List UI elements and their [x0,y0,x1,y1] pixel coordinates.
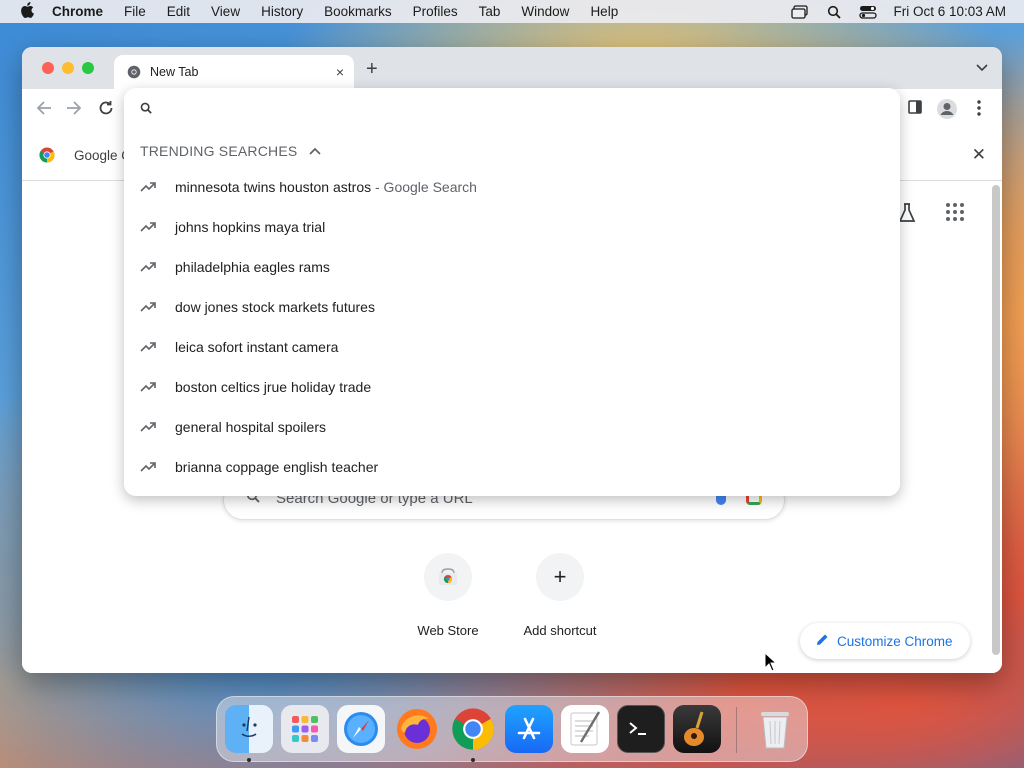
dock [216,696,808,762]
menubar-clock[interactable]: Fri Oct 6 10:03 AM [893,4,1006,19]
labs-flask-icon[interactable] [898,203,916,228]
menu-tab[interactable]: Tab [479,4,501,19]
menu-profiles[interactable]: Profiles [413,4,458,19]
garageband-icon[interactable] [673,705,721,753]
profile-avatar-icon[interactable] [936,98,958,125]
tab-title: New Tab [150,65,199,79]
chrome-logo-icon [39,147,55,163]
suggestion-suffix: - Google Search [371,179,477,195]
chevron-up-icon[interactable] [309,144,322,158]
menu-window[interactable]: Window [521,4,569,19]
menu-edit[interactable]: Edit [167,4,190,19]
shortcut-web-store[interactable]: Web Store [388,553,508,638]
side-panel-icon[interactable] [908,100,922,119]
trending-up-icon [140,382,156,392]
trending-up-icon [140,422,156,432]
tab-strip: New Tab × + [22,47,1002,89]
trending-suggestion-row[interactable]: brianna coppage english teacher [124,448,900,488]
omnibox-input[interactable] [164,96,864,122]
shortcut-label: Web Store [417,623,479,638]
menu-view[interactable]: View [211,4,240,19]
trending-suggestion-row[interactable]: boston celtics jrue holiday trade [124,368,900,408]
customize-chrome-label: Customize Chrome [837,633,953,649]
omnibox-search-icon [140,102,152,117]
trending-up-icon [140,342,156,352]
trending-suggestion-row[interactable]: dow jones stock markets futures [124,288,900,328]
trash-icon[interactable] [751,705,799,753]
back-arrow-icon[interactable] [36,100,52,121]
customize-chrome-button[interactable]: Customize Chrome [800,623,970,659]
spotlight-search-icon[interactable] [825,5,843,19]
forward-arrow-icon[interactable] [66,100,82,121]
textedit-icon[interactable] [561,705,609,753]
pencil-icon [816,633,829,649]
window-zoom-button[interactable] [82,62,94,74]
menu-history[interactable]: History [261,4,303,19]
trending-searches-label: TRENDING SEARCHES [140,143,298,159]
shortcut-add[interactable]: + Add shortcut [500,553,620,638]
reload-icon[interactable] [98,100,114,121]
window-close-button[interactable] [42,62,54,74]
tab-search-icon[interactable] [976,61,988,75]
launchpad-icon[interactable] [281,705,329,753]
window-minimize-button[interactable] [62,62,74,74]
suggestion-text: leica sofort instant camera [175,339,339,355]
suggestion-text: brianna coppage english teacher [175,459,379,475]
tab-new-tab[interactable]: New Tab × [114,55,354,89]
trending-suggestion-row[interactable]: johns hopkins maya trial [124,208,900,248]
dock-running-indicator [471,758,475,762]
more-menu-icon[interactable] [977,100,981,121]
bookmark-bar-close-icon[interactable]: ✕ [972,145,986,165]
menu-bar: Chrome File Edit View History Bookmarks … [0,0,1024,23]
menu-bookmarks[interactable]: Bookmarks [324,4,392,19]
suggestion-text: johns hopkins maya trial [175,219,326,235]
trending-up-icon [140,262,156,272]
chrome-icon[interactable] [449,705,497,753]
control-center-icon[interactable] [859,5,878,19]
suggestion-text: dow jones stock markets futures [175,299,375,315]
trending-up-icon [140,462,156,472]
bookmark-google-chrome[interactable]: Google C [74,148,131,163]
web-store-icon [424,553,472,601]
trending-up-icon [140,302,156,312]
omnibox-dropdown: TRENDING SEARCHES minnesota twins housto… [124,88,900,496]
suggestion-text: philadelphia eagles rams [175,259,330,275]
google-apps-icon[interactable] [946,203,964,221]
trending-searches-header[interactable]: TRENDING SEARCHES [140,143,322,159]
suggestion-text: boston celtics jrue holiday trade [175,379,372,395]
trending-suggestion-row[interactable]: leica sofort instant camera [124,328,900,368]
trending-up-icon [140,182,156,192]
tab-close-icon[interactable]: × [336,64,344,80]
chrome-favicon-icon [127,65,141,79]
suggestion-text: minnesota twins houston astros [175,179,372,195]
suggestion-text: general hospital spoilers [175,419,326,435]
firefox-icon[interactable] [393,705,441,753]
finder-icon[interactable] [225,705,273,753]
menu-help[interactable]: Help [590,4,618,19]
dock-separator [736,707,737,753]
page-scrollbar[interactable] [992,185,1000,655]
trending-up-icon [140,222,156,232]
add-shortcut-plus-icon: + [536,553,584,601]
new-tab-button[interactable]: + [366,59,378,79]
shortcut-label: Add shortcut [523,623,597,638]
menu-app-name[interactable]: Chrome [52,4,103,19]
menu-file[interactable]: File [124,4,146,19]
terminal-icon[interactable] [617,705,665,753]
trending-suggestion-row[interactable]: general hospital spoilers [124,408,900,448]
dock-running-indicator [247,758,251,762]
trending-suggestion-row[interactable]: minnesota twins houston astros - Google … [124,168,900,208]
screen-mirroring-icon[interactable] [791,4,809,19]
trending-suggestion-row[interactable]: philadelphia eagles rams [124,248,900,288]
app-store-icon[interactable] [505,705,553,753]
safari-icon[interactable] [337,705,385,753]
apple-menu-icon[interactable] [18,1,36,22]
mouse-cursor-icon [764,652,778,672]
